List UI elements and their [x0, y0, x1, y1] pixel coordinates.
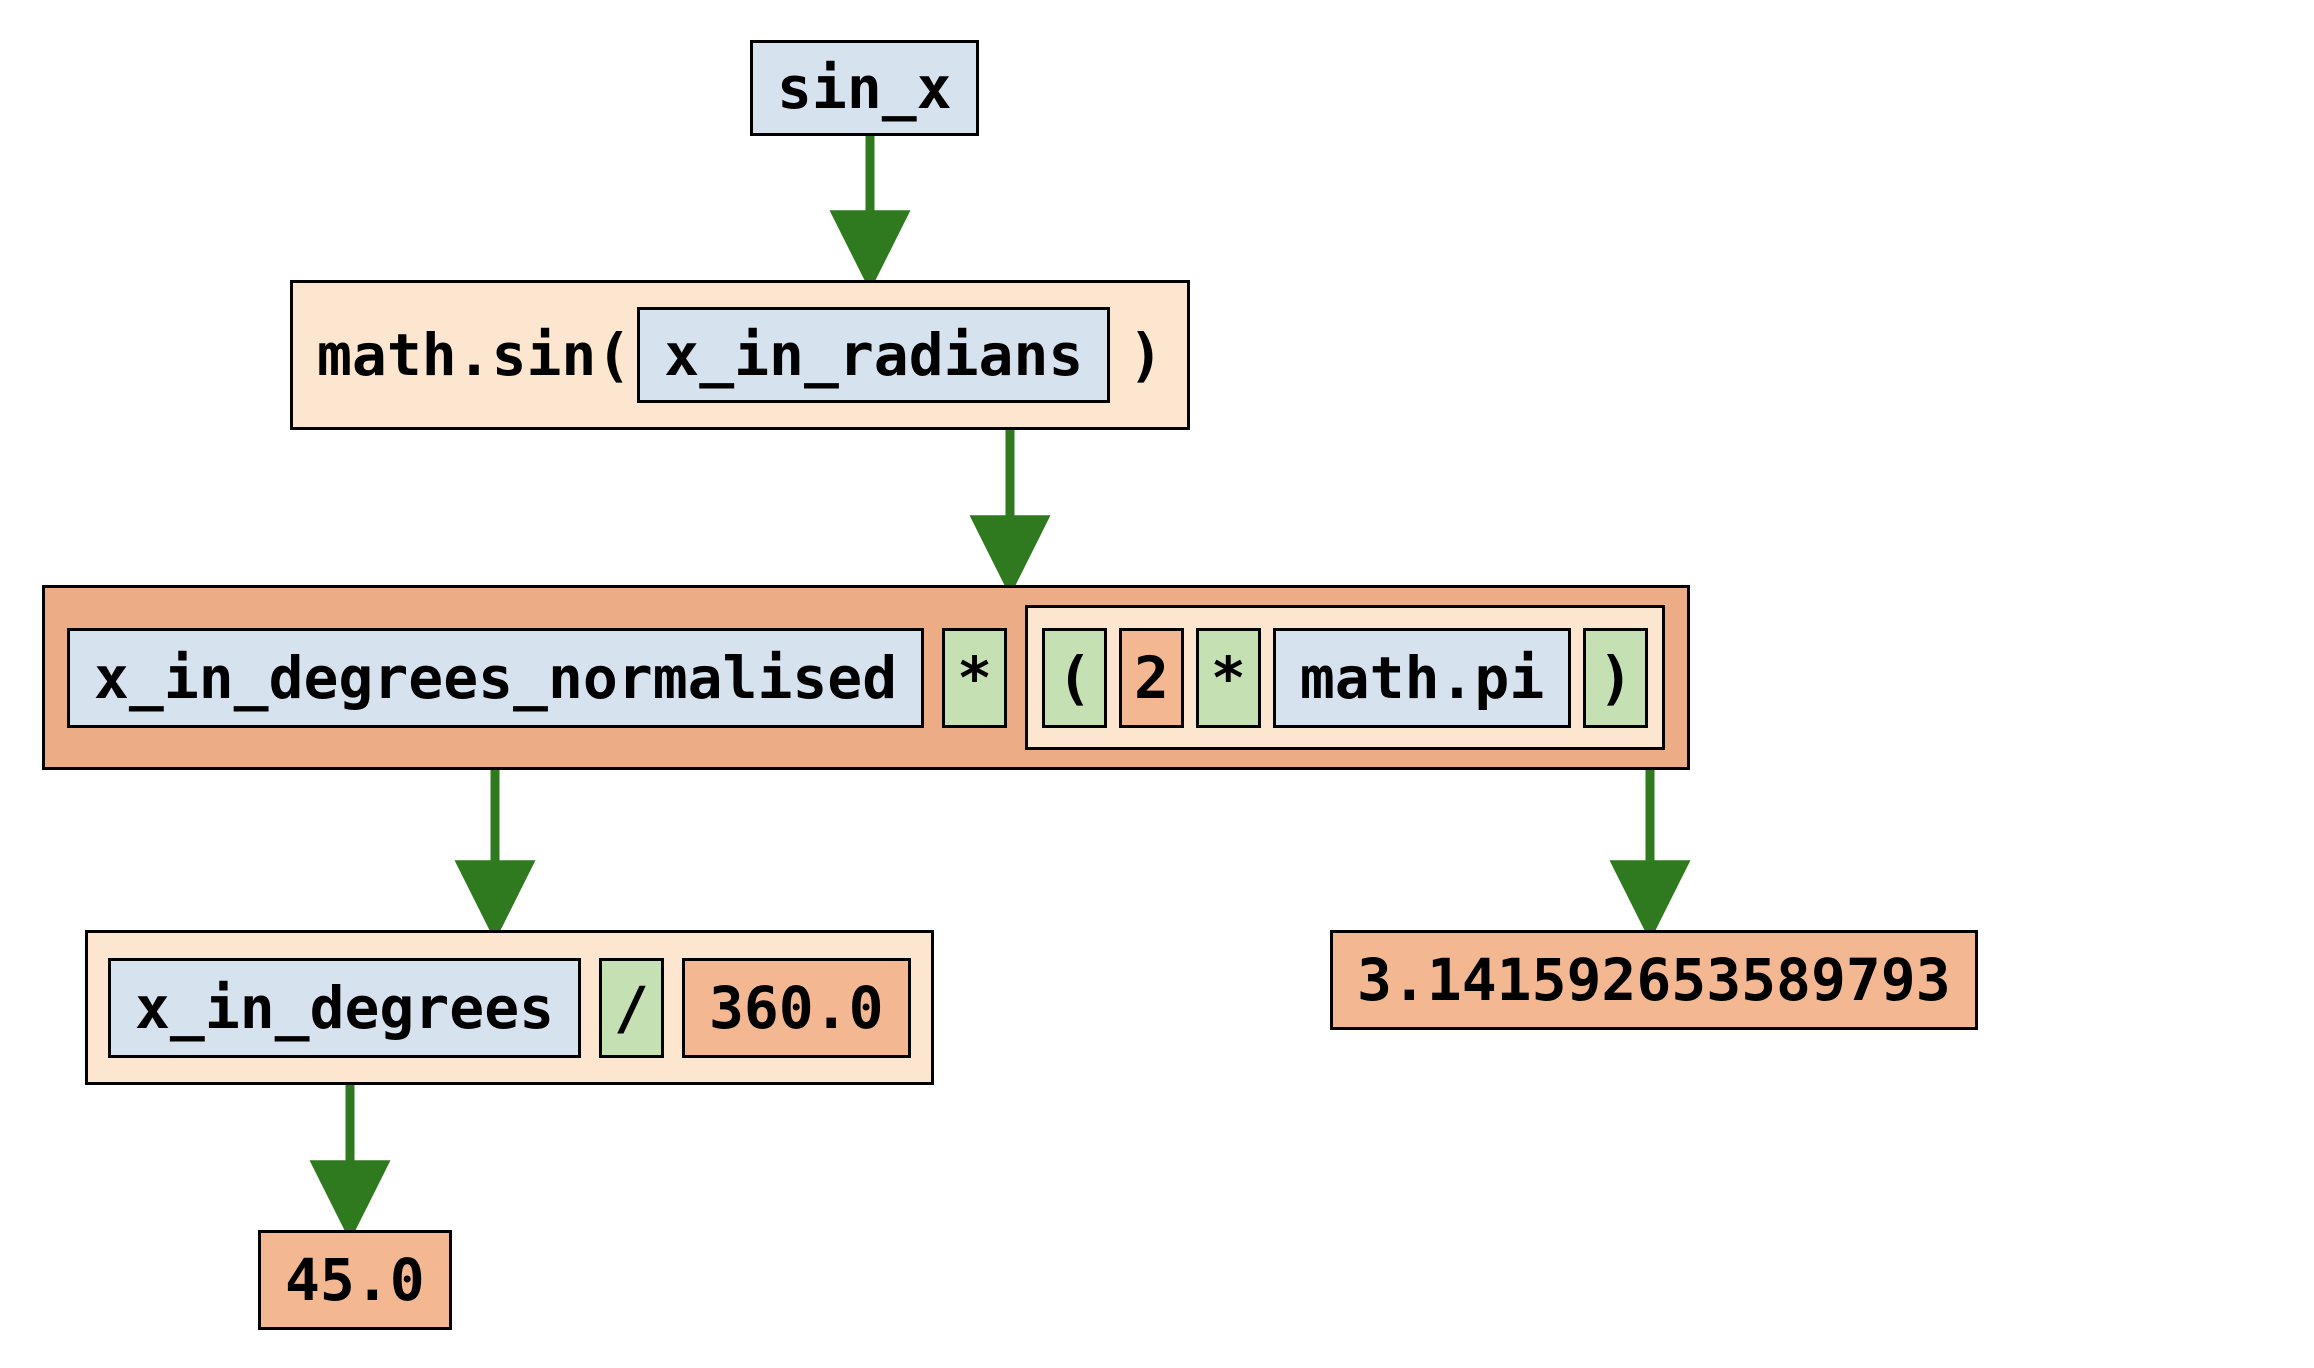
label-paren-open: ( [1045, 634, 1104, 722]
label-const-360: 360.0 [685, 964, 908, 1052]
node-x-in-degrees-normalised: x_in_degrees_normalised [67, 628, 924, 728]
node-op-multiply-1: * [942, 628, 1007, 728]
node-op-divide: / [599, 958, 664, 1058]
label-pi-value: 3.141592653589793 [1333, 936, 1975, 1024]
label-op-multiply-2: * [1199, 634, 1258, 722]
label-deg-value: 45.0 [261, 1236, 449, 1324]
node-x-in-radians: x_in_radians [637, 307, 1110, 403]
node-math-sin-call: math.sin( x_in_radians ) [290, 280, 1190, 430]
node-multiply-outer: x_in_degrees_normalised * ( 2 * math.pi [42, 585, 1690, 770]
label-x-in-radians: x_in_radians [640, 311, 1107, 399]
node-divide: x_in_degrees / 360.0 [85, 930, 934, 1085]
node-paren-group: ( 2 * math.pi ) [1025, 605, 1665, 750]
node-x-in-degrees: x_in_degrees [108, 958, 581, 1058]
node-sin-x: sin_x [750, 40, 979, 136]
node-paren-open: ( [1042, 628, 1107, 728]
label-op-divide: / [602, 964, 661, 1052]
label-math-sin-prefix: math.sin( [317, 321, 637, 389]
label-math-pi: math.pi [1276, 634, 1568, 722]
label-const-2: 2 [1122, 634, 1181, 722]
label-paren-close: ) [1586, 634, 1645, 722]
node-const-2: 2 [1119, 628, 1184, 728]
expression-tree-diagram: sin_x math.sin( x_in_radians ) x_in_degr… [0, 0, 2314, 1368]
node-deg-value: 45.0 [258, 1230, 452, 1330]
node-paren-close: ) [1583, 628, 1648, 728]
node-pi-value: 3.141592653589793 [1330, 930, 1978, 1030]
label-op-multiply-1: * [945, 634, 1004, 722]
label-x-in-degrees: x_in_degrees [111, 964, 578, 1052]
label-math-sin-suffix: ) [1110, 321, 1163, 389]
node-math-pi: math.pi [1273, 628, 1571, 728]
label-sin-x: sin_x [753, 44, 976, 132]
node-const-360: 360.0 [682, 958, 911, 1058]
label-x-in-degrees-normalised: x_in_degrees_normalised [70, 634, 921, 722]
node-op-multiply-2: * [1196, 628, 1261, 728]
